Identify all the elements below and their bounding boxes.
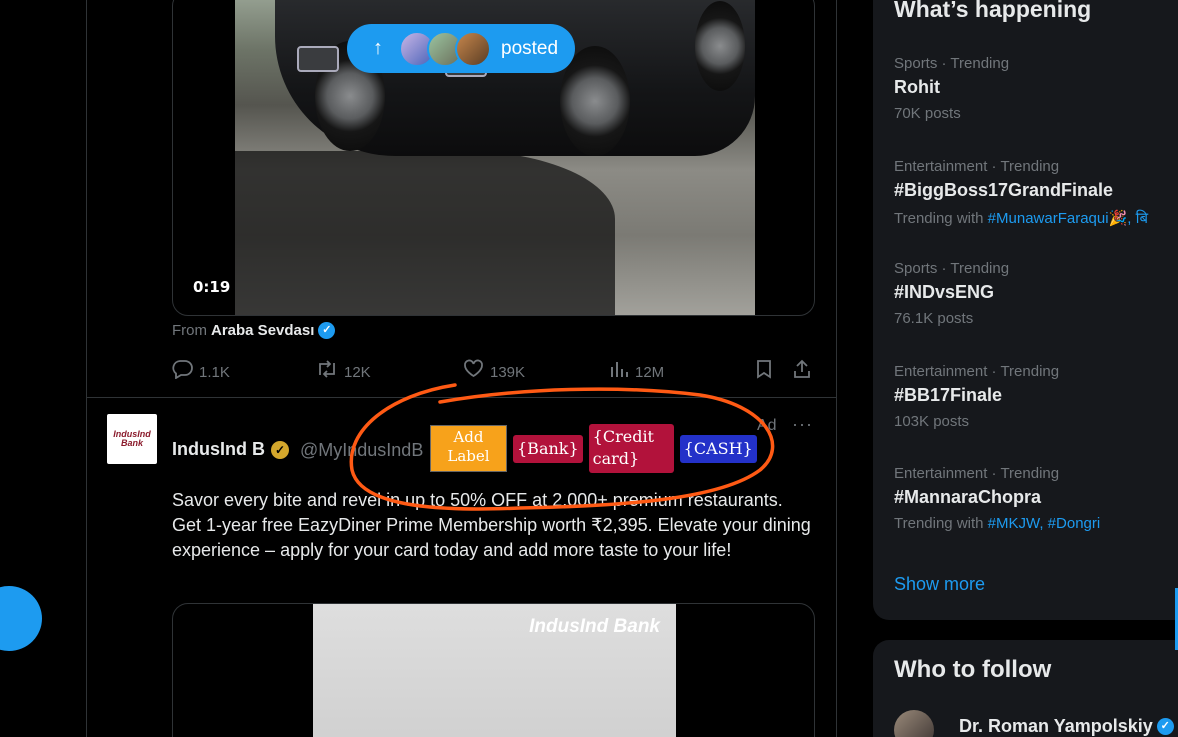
- new-posts-pill[interactable]: ↑ posted: [347, 24, 575, 73]
- label-toolbar: Add Label {Bank} {Credit card} {CASH}: [430, 424, 757, 473]
- ad-body-text: Savor every bite and revel in up to 50% …: [172, 490, 811, 560]
- repost-icon: [316, 359, 338, 385]
- arrow-up-icon: ↑: [373, 37, 383, 59]
- heart-icon: [463, 359, 484, 385]
- trend-item[interactable]: Entertainment · Trending #BB17Finale 103…: [894, 363, 1178, 430]
- repost-button[interactable]: 12K: [316, 359, 371, 385]
- bookmark-icon: [755, 359, 773, 385]
- add-label-button[interactable]: Add Label: [430, 425, 507, 472]
- who-to-follow-title: Who to follow: [894, 656, 1052, 683]
- reply-button[interactable]: 1.1K: [172, 359, 230, 385]
- label-credit-card[interactable]: {Credit card}: [588, 424, 674, 473]
- like-button[interactable]: 139K: [463, 359, 525, 385]
- trend-item[interactable]: Entertainment · Trending #BiggBoss17Gran…: [894, 158, 1178, 228]
- advertiser-avatar[interactable]: IndusInd Bank: [107, 414, 157, 464]
- video-source: From Araba Sevdası ✓: [172, 322, 336, 339]
- verified-badge-icon: ✓: [1156, 718, 1174, 735]
- trends-title: What’s happening: [894, 0, 1092, 22]
- bookmark-button[interactable]: [755, 359, 773, 385]
- trend-related-link[interactable]: #MKJW, #Dongri: [988, 515, 1101, 532]
- gold-verified-icon: ✓: [271, 440, 289, 459]
- advertiser-name[interactable]: IndusInd B ✓: [172, 439, 289, 460]
- trend-related-link[interactable]: #MunawarFaraqui🎉, बि: [988, 210, 1148, 227]
- share-button[interactable]: [792, 359, 812, 385]
- video-timestamp: 0:19: [193, 278, 231, 296]
- avatar: [455, 30, 491, 67]
- share-icon: [792, 359, 812, 385]
- label-cash[interactable]: {CASH}: [679, 434, 757, 463]
- reply-icon: [172, 359, 193, 385]
- trend-item[interactable]: Sports · Trending Rohit 70K posts: [894, 55, 1178, 122]
- ad-media-brand: IndusInd Bank: [529, 616, 660, 637]
- analytics-icon: [609, 359, 629, 385]
- label-bank[interactable]: {Bank}: [513, 434, 583, 463]
- ad-media[interactable]: IndusInd Bank: [172, 603, 815, 737]
- posted-label: posted: [501, 37, 559, 59]
- poster-avatars: [399, 30, 491, 67]
- source-account-link[interactable]: Araba Sevdası: [211, 322, 314, 339]
- suggested-user[interactable]: Dr. Roman Yampolskiy ✓: [959, 716, 1174, 737]
- show-more-link[interactable]: Show more: [894, 574, 985, 595]
- trend-item[interactable]: Entertainment · Trending #MannaraChopra …: [894, 465, 1178, 532]
- trend-item[interactable]: Sports · Trending #INDvsENG 76.1K posts: [894, 260, 1178, 327]
- verified-badge-icon: ✓: [318, 322, 336, 339]
- compose-button[interactable]: [0, 586, 42, 651]
- advertiser-handle[interactable]: @MyIndusIndB: [300, 440, 423, 461]
- post-divider: [86, 397, 837, 398]
- views-button[interactable]: 12M: [609, 359, 664, 385]
- ad-tag: Ad: [757, 417, 777, 434]
- more-options-icon[interactable]: ···: [792, 414, 813, 435]
